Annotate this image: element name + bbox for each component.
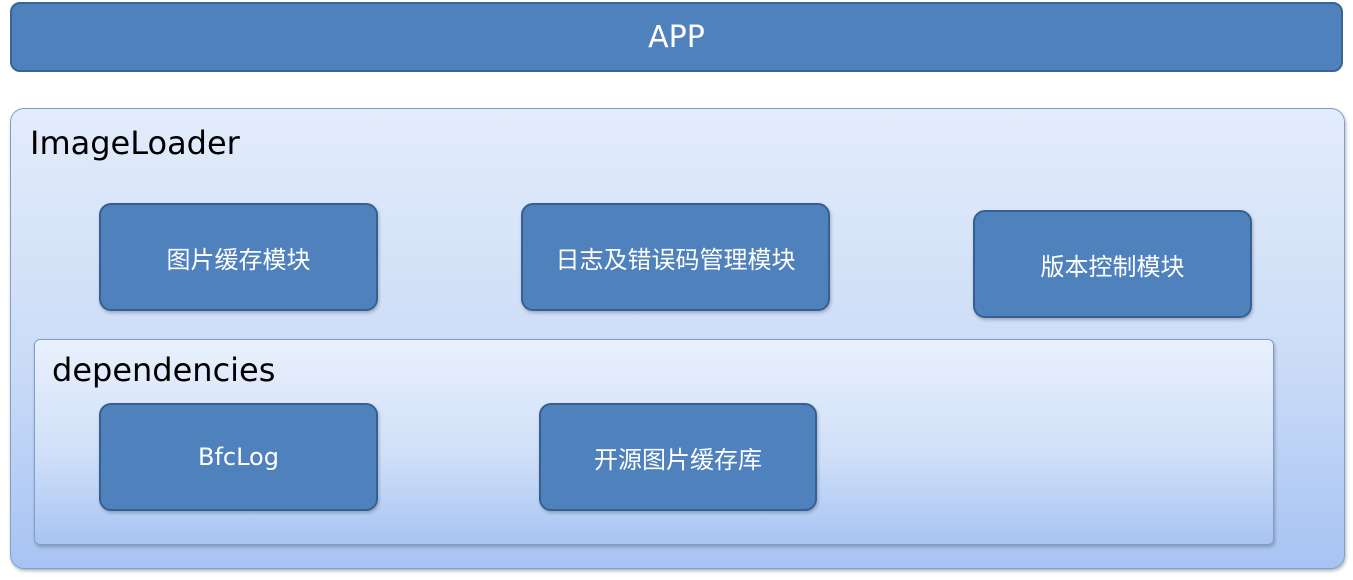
log-error-code-module: 日志及错误码管理模块 bbox=[521, 203, 830, 311]
imageloader-title: ImageLoader bbox=[30, 124, 240, 162]
image-cache-module: 图片缓存模块 bbox=[99, 203, 378, 311]
image-cache-module-label: 图片缓存模块 bbox=[166, 245, 311, 274]
version-control-module: 版本控制模块 bbox=[973, 210, 1252, 318]
open-source-image-cache-module-label: 开源图片缓存库 bbox=[594, 445, 762, 474]
log-error-code-module-label: 日志及错误码管理模块 bbox=[555, 245, 796, 274]
bfclog-module-label: BfcLog bbox=[198, 443, 279, 471]
open-source-image-cache-module: 开源图片缓存库 bbox=[539, 403, 817, 511]
bfclog-module: BfcLog bbox=[99, 403, 378, 511]
app-layer: APP bbox=[10, 2, 1343, 72]
dependencies-title: dependencies bbox=[52, 351, 276, 389]
version-control-module-label: 版本控制模块 bbox=[1040, 252, 1185, 281]
app-layer-label: APP bbox=[648, 19, 705, 55]
